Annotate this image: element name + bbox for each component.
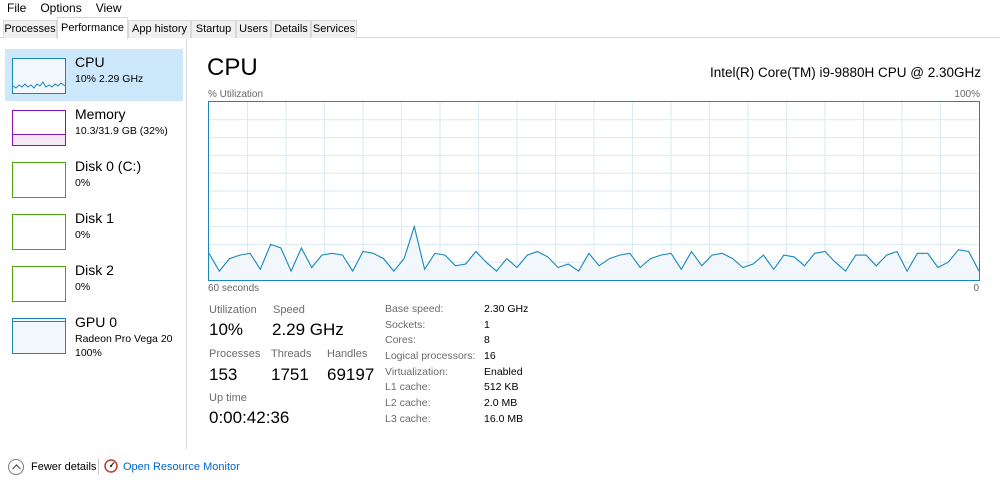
graph-x-min-label: 0 (973, 283, 979, 294)
menu-options[interactable]: Options (33, 1, 88, 15)
spec-logical-processors-value: 16 (484, 350, 496, 362)
fewer-details-button[interactable]: Fewer details (31, 460, 96, 474)
cpu-model-name: Intel(R) Core(TM) i9-9880H CPU @ 2.30GHz (709, 65, 981, 80)
sidebar-item-detail: 0% (75, 281, 91, 293)
tab-strip: Processes Performance App history Startu… (0, 16, 1000, 39)
tab-processes[interactable]: Processes (3, 20, 57, 38)
open-resource-monitor-link[interactable]: Open Resource Monitor (123, 460, 240, 474)
handles-label: Handles (327, 348, 368, 360)
sidebar-item-disk0[interactable]: Disk 0 (C:) 0% (5, 153, 183, 205)
processes-label: Processes (209, 348, 261, 360)
spec-sockets-value: 1 (484, 319, 490, 331)
processes-value: 153 (209, 365, 238, 384)
cpu-graph-svg (209, 102, 979, 280)
cpu-utilization-graph (208, 101, 980, 281)
sidebar-item-memory[interactable]: Memory 10.3/31.9 GB (32%) (5, 101, 183, 153)
spec-l3-cache-value: 16.0 MB (484, 413, 524, 425)
spec-cores-value: 8 (484, 334, 490, 346)
disk1-mini-graph (12, 214, 66, 250)
sidebar-item-name: Disk 0 (C:) (75, 158, 142, 174)
graph-y-max-label: 100% (954, 89, 980, 100)
menu-bar: File Options View (0, 0, 1000, 16)
spec-virtualization-label: Virtualization: (385, 366, 448, 378)
gpu-mini-graph (12, 318, 66, 354)
spec-base-speed-label: Base speed: (385, 303, 444, 315)
sidebar-item-name: Memory (75, 106, 126, 122)
sidebar-item-gpu0[interactable]: GPU 0 Radeon Pro Vega 20 100% (5, 309, 183, 361)
utilization-value: 10% (209, 320, 244, 339)
spec-virtualization-value: Enabled (484, 366, 523, 378)
sidebar-item-detail: 0% (75, 229, 91, 241)
resource-monitor-icon[interactable] (104, 459, 118, 473)
sidebar-item-usage: 100% (75, 347, 102, 359)
tab-startup[interactable]: Startup (191, 20, 236, 38)
spec-sockets-label: Sockets: (385, 319, 426, 331)
sidebar-item-disk1[interactable]: Disk 1 0% (5, 205, 183, 257)
graph-x-label: 60 seconds (208, 283, 260, 294)
threads-value: 1751 (271, 365, 309, 384)
disk0-mini-graph (12, 162, 66, 198)
spec-l2-cache-label: L2 cache: (385, 397, 431, 409)
spec-cores-label: Cores: (385, 334, 416, 346)
sidebar-item-cpu[interactable]: CPU 10% 2.29 GHz (5, 49, 183, 101)
spec-l1-cache-label: L1 cache: (385, 381, 431, 393)
uptime-label: Up time (209, 392, 247, 404)
sidebar-item-name: Disk 2 (75, 262, 114, 278)
chevron-up-icon[interactable] (8, 459, 24, 475)
cpu-mini-graph (12, 58, 66, 94)
menu-view[interactable]: View (89, 1, 129, 15)
sidebar-item-name: GPU 0 (75, 314, 118, 330)
menu-file[interactable]: File (0, 1, 33, 15)
sidebar-item-name: CPU (75, 54, 105, 70)
uptime-value: 0:00:42:36 (209, 408, 290, 427)
disk2-mini-graph (12, 266, 66, 302)
sidebar-item-name: Disk 1 (75, 210, 114, 226)
speed-label: Speed (273, 304, 305, 316)
spec-l2-cache-value: 2.0 MB (484, 397, 518, 409)
tab-users[interactable]: Users (236, 20, 271, 38)
sidebar-item-detail: 10% 2.29 GHz (75, 73, 144, 85)
tab-app-history[interactable]: App history (128, 20, 191, 38)
sidebar-item-detail: Radeon Pro Vega 20 (75, 333, 173, 345)
task-manager-window: File Options View Processes Performance … (0, 0, 1000, 487)
tab-details[interactable]: Details (271, 20, 311, 38)
sidebar-item-detail: 0% (75, 177, 91, 189)
graph-y-label: % Utilization (208, 89, 264, 100)
memory-mini-graph (12, 110, 66, 146)
resource-sidebar: CPU 10% 2.29 GHz Memory 10.3/31.9 GB (32… (0, 39, 187, 449)
sidebar-item-detail: 10.3/31.9 GB (32%) (75, 125, 168, 137)
sidebar-item-disk2[interactable]: Disk 2 0% (5, 257, 183, 309)
handles-value: 69197 (327, 365, 375, 384)
utilization-label: Utilization (209, 304, 257, 316)
spec-l3-cache-label: L3 cache: (385, 413, 431, 425)
page-title: CPU (207, 54, 258, 81)
spec-l1-cache-value: 512 KB (484, 381, 519, 393)
tab-services[interactable]: Services (311, 20, 357, 38)
spec-logical-processors-label: Logical processors: (385, 350, 476, 362)
speed-value: 2.29 GHz (272, 320, 344, 339)
footer-bar: Fewer details Open Resource Monitor (0, 449, 1000, 487)
graph-grid (209, 102, 979, 280)
threads-label: Threads (271, 348, 312, 360)
footer-divider (98, 459, 99, 475)
spec-base-speed-value: 2.30 GHz (484, 303, 529, 315)
tab-performance[interactable]: Performance (57, 17, 128, 39)
